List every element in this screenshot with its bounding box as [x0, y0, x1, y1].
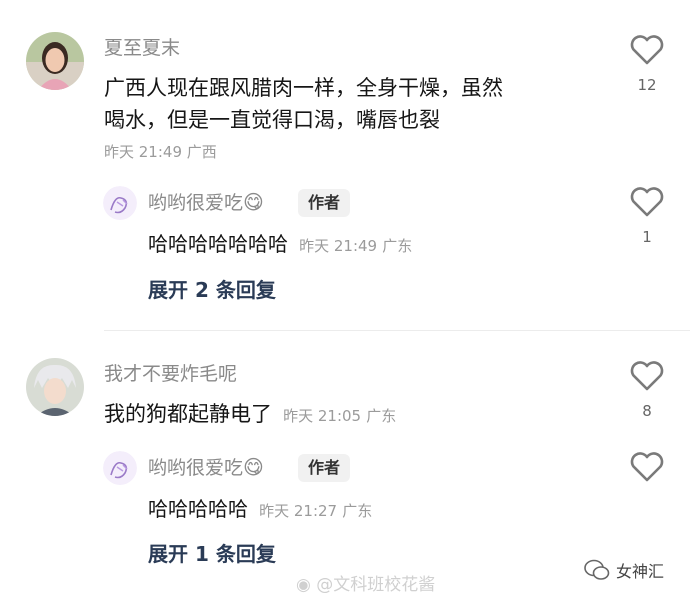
like-count: 1	[642, 228, 652, 246]
reply-avatar[interactable]	[103, 186, 137, 220]
yum-emoji-icon: 😋	[243, 455, 264, 479]
heart-icon	[630, 361, 664, 391]
reply-location: 广东	[342, 502, 373, 520]
reply-author-name[interactable]: 哟哟很爱吃😋	[148, 190, 264, 215]
reply-avatar[interactable]	[103, 451, 137, 485]
like-button[interactable]	[629, 186, 665, 222]
sketch-avatar-icon	[103, 451, 137, 485]
reply-author-name[interactable]: 哟哟很爱吃😋	[148, 455, 264, 480]
reply-line: 哈哈哈哈哈 昨天 21:27 广东	[148, 493, 372, 525]
reply-time: 昨天 21:27	[259, 502, 338, 520]
user-photo-icon	[26, 32, 84, 90]
comment-text-line: 喝水，但是一直觉得口渴，嘴唇也裂	[104, 108, 440, 132]
yum-emoji-icon: 😋	[243, 190, 264, 214]
wechat-watermark: 女神汇	[584, 558, 664, 582]
like-button[interactable]	[629, 451, 665, 487]
reply-text: 哈哈哈哈哈	[148, 497, 248, 521]
comment-location: 广西	[186, 143, 217, 161]
reply-line: 哈哈哈哈哈哈哈 昨天 21:49 广东	[148, 228, 412, 260]
reply-location: 广东	[382, 237, 413, 255]
comment-line: 我的狗都起静电了 昨天 21:05 广东	[104, 398, 396, 430]
like-button[interactable]	[629, 34, 665, 70]
heart-icon	[630, 452, 664, 482]
like-count: 8	[642, 402, 652, 420]
heart-icon	[630, 187, 664, 217]
like-button[interactable]	[629, 360, 665, 396]
weibo-watermark: ◉ @文科班校花酱	[296, 570, 435, 595]
commenter-name[interactable]: 我才不要炸毛呢	[104, 362, 237, 386]
reply-username: 哟哟很爱吃	[148, 457, 244, 479]
expand-replies-button[interactable]: 展开 2 条回复	[148, 276, 276, 304]
author-badge: 作者	[298, 454, 351, 482]
wechat-icon	[584, 559, 610, 580]
reply-text: 哈哈哈哈哈哈哈	[148, 232, 288, 256]
comment-meta: 昨天 21:49 广西	[104, 142, 217, 162]
commenter-avatar[interactable]	[26, 358, 84, 416]
author-badge: 作者	[298, 189, 351, 217]
reply-username: 哟哟很爱吃	[148, 192, 244, 214]
sketch-avatar-icon	[103, 186, 137, 220]
reply-time: 昨天 21:49	[299, 237, 378, 255]
expand-replies-button[interactable]: 展开 1 条回复	[148, 540, 276, 568]
weibo-watermark-text: @文科班校花酱	[316, 575, 436, 595]
comment-text-line: 广西人现在跟风腊肉一样，全身干燥，虽然	[104, 76, 503, 100]
comment-time: 昨天 21:05	[283, 407, 362, 425]
wechat-watermark-text: 女神汇	[616, 562, 665, 581]
comment-location: 广东	[366, 407, 397, 425]
comment-text: 广西人现在跟风腊肉一样，全身干燥，虽然 喝水，但是一直觉得口渴，嘴唇也裂	[104, 72, 604, 136]
divider	[104, 330, 690, 331]
comment-time: 昨天 21:49	[104, 143, 182, 161]
heart-icon	[630, 35, 664, 65]
like-count: 12	[637, 76, 657, 94]
commenter-name[interactable]: 夏至夏末	[104, 36, 180, 60]
comment-text: 我的狗都起静电了	[104, 402, 272, 426]
anime-avatar-icon	[26, 358, 84, 416]
commenter-avatar[interactable]	[26, 32, 84, 90]
weibo-icon: ◉	[296, 575, 311, 595]
